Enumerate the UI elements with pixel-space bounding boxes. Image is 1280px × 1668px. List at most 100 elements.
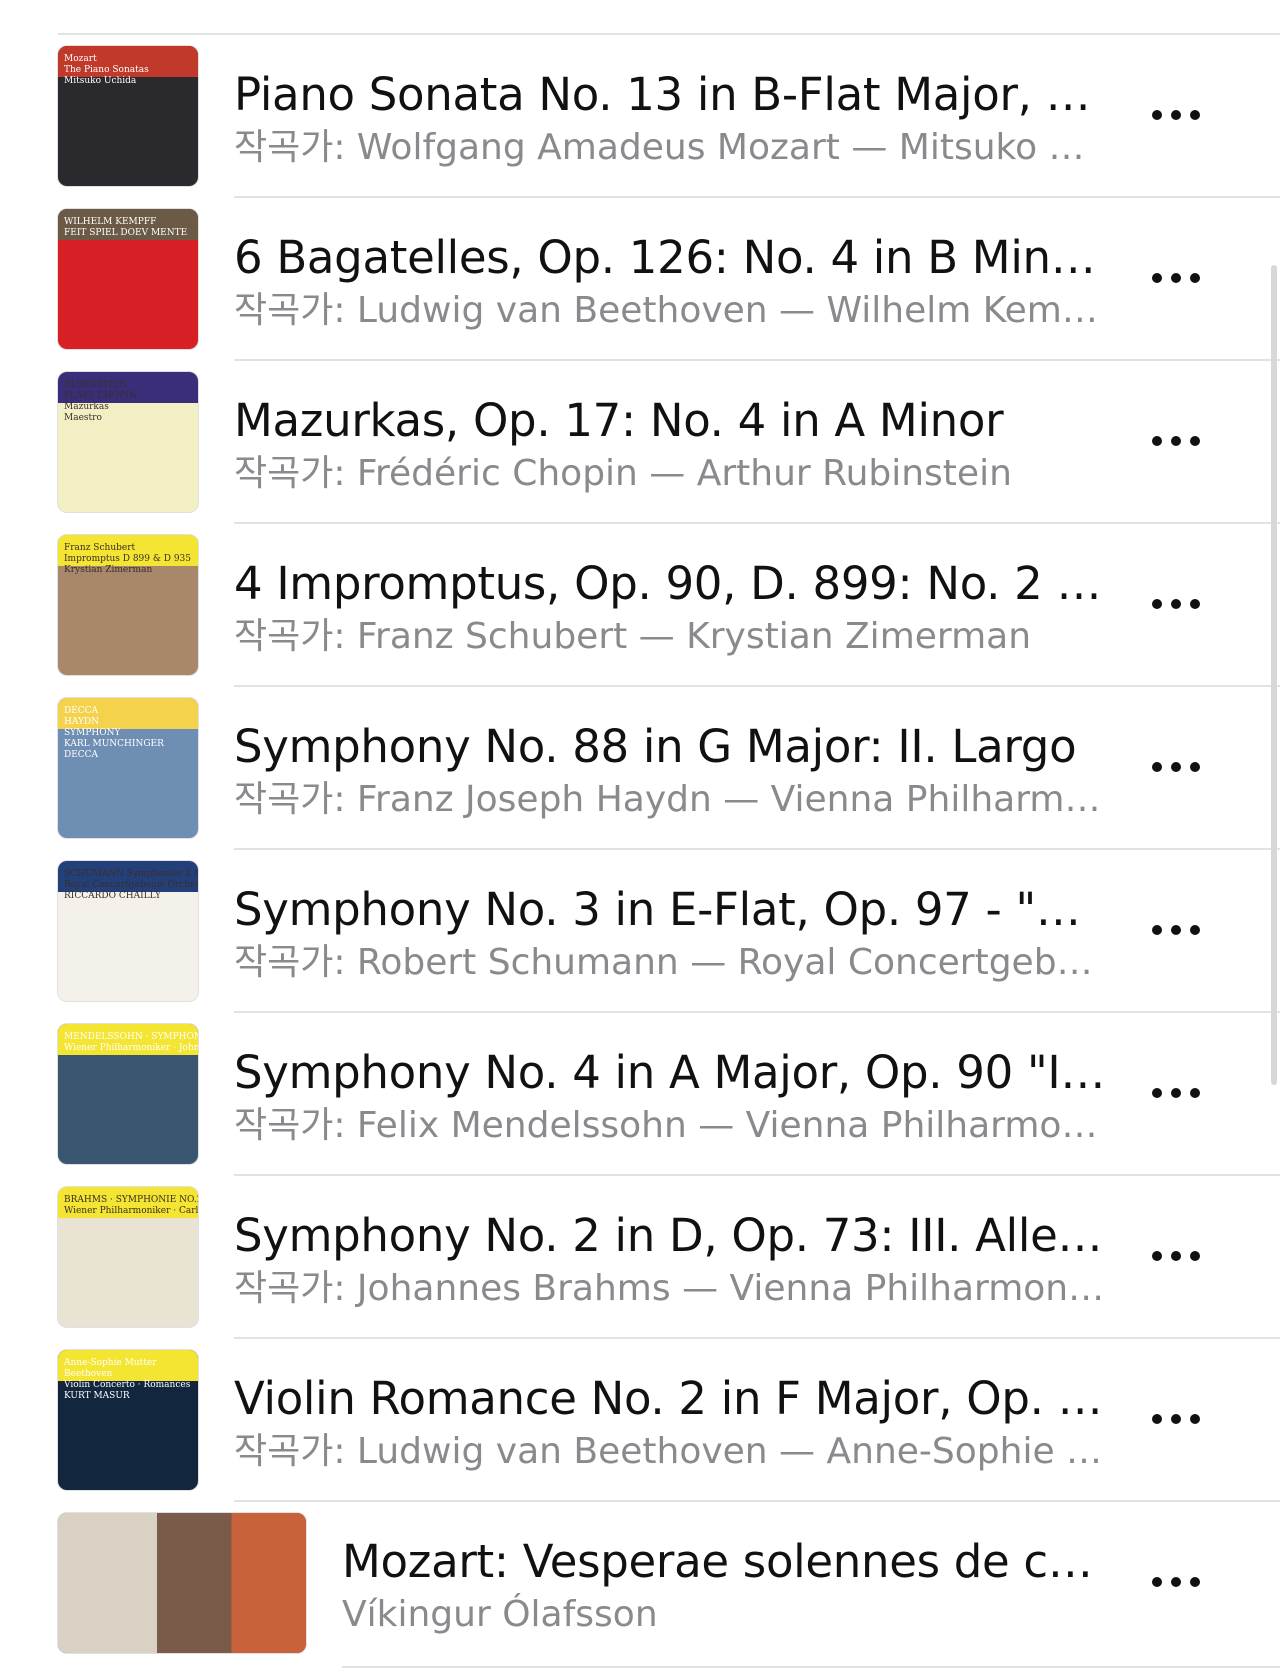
track-text: Piano Sonata No. 13 in B-Flat Major, K..… bbox=[234, 67, 1109, 173]
more-options-button[interactable] bbox=[1152, 258, 1200, 298]
album-artwork bbox=[58, 1513, 306, 1653]
artwork-text: Mozart bbox=[64, 54, 97, 64]
artwork-text: WILHELM KEMPFF bbox=[64, 217, 157, 227]
track-text: Symphony No. 88 in G Major: II. Largo 작곡가… bbox=[234, 719, 1109, 825]
more-options-button[interactable] bbox=[1152, 747, 1200, 787]
artwork-text: HAYDN bbox=[64, 717, 100, 727]
ellipsis-icon bbox=[1152, 762, 1162, 772]
track-row[interactable]: MENDELSSOHN · SYMPHONIESWiener Philharmo… bbox=[0, 1013, 1280, 1176]
artwork-text: Krystian Zimerman bbox=[64, 565, 153, 575]
track-row[interactable]: SCHUMANN Symphonies 2 & 3 Royal Concertge… bbox=[0, 850, 1280, 1013]
track-title: Mazurkas, Op. 17: No. 4 in A Minor bbox=[234, 394, 1004, 447]
track-title: 4 Impromptus, Op. 90, D. 899: No. 2 in..… bbox=[234, 557, 1109, 610]
track-subtitle: 작곡가: Johannes Brahms — Vienna Philharmon… bbox=[234, 1268, 1109, 1309]
track-text: Symphony No. 3 in E-Flat, Op. 97 - "Rh..… bbox=[234, 882, 1109, 988]
track-text: 4 Impromptus, Op. 90, D. 899: No. 2 in..… bbox=[234, 556, 1109, 662]
track-row[interactable]: DECCA HAYDN SYMPHONY KARL MÜNCHINGER DECCA Sy… bbox=[0, 687, 1280, 850]
artwork-text: Wiener Philharmoniker · Carlo Maria Giul… bbox=[64, 1206, 198, 1216]
artwork-text: Maestro bbox=[64, 413, 102, 423]
album-artwork: SCHUMANN Symphonies 2 & 3 Royal Concertge… bbox=[58, 861, 198, 1001]
track-text: Violin Romance No. 2 in F Major, Op. 50.… bbox=[234, 1371, 1109, 1477]
ellipsis-icon bbox=[1152, 273, 1162, 283]
ellipsis-icon bbox=[1190, 1577, 1200, 1587]
track-row[interactable]: RUBINSTEIN PLAYS CHOPIN Mazurkas Maestro Maz… bbox=[0, 361, 1280, 524]
track-subtitle: 작곡가: Ludwig van Beethoven — Wilhelm Kemp… bbox=[234, 290, 1109, 331]
ellipsis-icon bbox=[1171, 1088, 1181, 1098]
more-options-button[interactable] bbox=[1152, 1073, 1200, 1113]
track-row[interactable]: Anne-Sophie Mutter Beethoven Violin Concer… bbox=[0, 1339, 1280, 1502]
ellipsis-icon bbox=[1190, 925, 1200, 935]
track-title: Symphony No. 3 in E-Flat, Op. 97 - "Rh..… bbox=[234, 883, 1109, 936]
ellipsis-icon bbox=[1190, 273, 1200, 283]
more-options-button[interactable] bbox=[1152, 95, 1200, 135]
track-row[interactable]: WILHELM KEMPFF FEIT SPIEL DOEV MENTE 6 Bag… bbox=[0, 198, 1280, 361]
artwork-text: BRAHMS · SYMPHONIE NO.2 bbox=[64, 1195, 198, 1205]
ellipsis-icon bbox=[1171, 110, 1181, 120]
artwork-text: KARL MÜNCHINGER bbox=[64, 739, 164, 749]
album-artwork: Mozart The Piano Sonatas Mitsuko Uchida bbox=[58, 46, 198, 186]
more-options-button[interactable] bbox=[1152, 421, 1200, 461]
artwork-text: Violin Concerto · Romances bbox=[64, 1380, 191, 1390]
artwork-text: SYMPHONY bbox=[64, 728, 121, 738]
track-subtitle: Víkingur Ólafsson bbox=[342, 1594, 658, 1635]
ellipsis-icon bbox=[1152, 1577, 1162, 1587]
artwork-text: KURT MASUR bbox=[64, 1391, 130, 1401]
album-artwork: Franz Schubert Impromptus D 899 & D 935 Kr… bbox=[58, 535, 198, 675]
artwork-text: Royal Concertgebouw Orchestra bbox=[64, 880, 198, 890]
artwork-text: Franz Schubert bbox=[64, 543, 136, 553]
track-text: Mozart: Vesperae solennes de con... Víkin… bbox=[342, 1534, 1112, 1640]
track-subtitle: 작곡가: Frédéric Chopin — Arthur Rubinstein bbox=[234, 453, 1012, 494]
more-options-button[interactable] bbox=[1152, 584, 1200, 624]
track-title: Symphony No. 4 in A Major, Op. 90 "Ital.… bbox=[234, 1046, 1109, 1099]
artwork-accent bbox=[58, 1513, 306, 1653]
track-text: Symphony No. 2 in D, Op. 73: III. Allegr… bbox=[234, 1208, 1109, 1314]
ellipsis-icon bbox=[1171, 925, 1181, 935]
more-options-button[interactable] bbox=[1152, 1236, 1200, 1276]
artwork-text: Wiener Philharmoniker · John Eliot Gardi… bbox=[64, 1043, 198, 1053]
ellipsis-icon bbox=[1190, 436, 1200, 446]
track-subtitle: 작곡가: Ludwig van Beethoven — Anne-Sophie … bbox=[234, 1431, 1109, 1472]
track-subtitle: 작곡가: Robert Schumann — Royal Concertgebo… bbox=[234, 942, 1109, 983]
ellipsis-icon bbox=[1190, 599, 1200, 609]
more-options-button[interactable] bbox=[1152, 1562, 1200, 1602]
ellipsis-icon bbox=[1152, 1414, 1162, 1424]
track-title: Symphony No. 2 in D, Op. 73: III. Allegr… bbox=[234, 1209, 1109, 1262]
ellipsis-icon bbox=[1171, 762, 1181, 772]
album-artwork: RUBINSTEIN PLAYS CHOPIN Mazurkas Maestro bbox=[58, 372, 198, 512]
ellipsis-icon bbox=[1171, 1577, 1181, 1587]
album-artwork: DECCA HAYDN SYMPHONY KARL MÜNCHINGER DECCA bbox=[58, 698, 198, 838]
track-title: Symphony No. 88 in G Major: II. Largo bbox=[234, 720, 1077, 773]
artwork-text: MENDELSSOHN · SYMPHONIES bbox=[64, 1032, 198, 1042]
artwork-text: The Piano Sonatas bbox=[64, 65, 149, 75]
album-artwork: Anne-Sophie Mutter Beethoven Violin Concer… bbox=[58, 1350, 198, 1490]
artwork-text: Mitsuko Uchida bbox=[64, 76, 137, 86]
artwork-text: Impromptus D 899 & D 935 bbox=[64, 554, 192, 564]
ellipsis-icon bbox=[1190, 1251, 1200, 1261]
artwork-text: RICCARDO CHAILLY bbox=[64, 891, 161, 901]
more-options-button[interactable] bbox=[1152, 1399, 1200, 1439]
ellipsis-icon bbox=[1152, 599, 1162, 609]
more-options-button[interactable] bbox=[1152, 910, 1200, 950]
ellipsis-icon bbox=[1171, 273, 1181, 283]
track-row[interactable]: Mozart: Vesperae solennes de con... Víkin… bbox=[0, 1502, 1280, 1668]
track-text: Symphony No. 4 in A Major, Op. 90 "Ital.… bbox=[234, 1045, 1109, 1151]
track-title: Piano Sonata No. 13 in B-Flat Major, K..… bbox=[234, 68, 1109, 121]
track-row[interactable]: Franz Schubert Impromptus D 899 & D 935 Kr… bbox=[0, 524, 1280, 687]
ellipsis-icon bbox=[1190, 1088, 1200, 1098]
artwork-text: DECCA bbox=[64, 750, 99, 760]
ellipsis-icon bbox=[1190, 110, 1200, 120]
track-row[interactable]: BRAHMS · SYMPHONIE NO.2 Wiener Philharmon… bbox=[0, 1176, 1280, 1339]
track-title: Mozart: Vesperae solennes de con... bbox=[342, 1535, 1112, 1588]
track-subtitle: 작곡가: Wolfgang Amadeus Mozart — Mitsuko U… bbox=[234, 127, 1109, 168]
track-subtitle: 작곡가: Franz Joseph Haydn — Vienna Philhar… bbox=[234, 779, 1109, 820]
track-row[interactable]: Mozart The Piano Sonatas Mitsuko Uchida Pia… bbox=[0, 35, 1280, 198]
track-text: Mazurkas, Op. 17: No. 4 in A Minor 작곡가: F… bbox=[234, 393, 1109, 499]
ellipsis-icon bbox=[1152, 1251, 1162, 1261]
scrollbar[interactable] bbox=[1271, 265, 1277, 1085]
ellipsis-icon bbox=[1152, 1088, 1162, 1098]
artwork-text: DECCA bbox=[64, 706, 99, 716]
artwork-text: Beethoven bbox=[64, 1369, 113, 1379]
ellipsis-icon bbox=[1171, 1251, 1181, 1261]
track-title: 6 Bagatelles, Op. 126: No. 4 in B Minor.… bbox=[234, 231, 1109, 284]
ellipsis-icon bbox=[1152, 436, 1162, 446]
